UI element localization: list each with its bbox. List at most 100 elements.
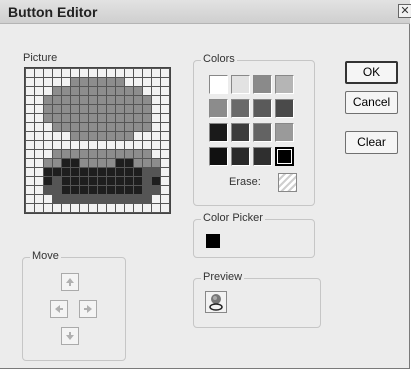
- pixel-cell[interactable]: [125, 123, 133, 131]
- pixel-cell[interactable]: [44, 114, 52, 122]
- pixel-cell[interactable]: [26, 87, 34, 95]
- pixel-cell[interactable]: [116, 114, 124, 122]
- pixel-cell[interactable]: [107, 105, 115, 113]
- color-swatch[interactable]: [275, 123, 294, 142]
- pixel-cell[interactable]: [53, 159, 61, 167]
- pixel-cell[interactable]: [89, 96, 97, 104]
- pixel-cell[interactable]: [89, 168, 97, 176]
- pixel-cell[interactable]: [53, 195, 61, 203]
- pixel-cell[interactable]: [143, 186, 151, 194]
- pixel-cell[interactable]: [71, 204, 79, 212]
- pixel-cell[interactable]: [62, 69, 70, 77]
- pixel-cell[interactable]: [98, 159, 106, 167]
- pixel-cell[interactable]: [89, 69, 97, 77]
- pixel-cell[interactable]: [161, 150, 169, 158]
- pixel-cell[interactable]: [71, 69, 79, 77]
- pixel-cell[interactable]: [89, 114, 97, 122]
- pixel-cell[interactable]: [161, 105, 169, 113]
- pixel-cell[interactable]: [80, 150, 88, 158]
- pixel-cell[interactable]: [53, 96, 61, 104]
- pixel-cell[interactable]: [116, 69, 124, 77]
- pixel-cell[interactable]: [44, 87, 52, 95]
- pixel-cell[interactable]: [35, 141, 43, 149]
- pixel-cell[interactable]: [152, 132, 160, 140]
- pixel-cell[interactable]: [107, 114, 115, 122]
- pixel-cell[interactable]: [80, 114, 88, 122]
- pixel-cell[interactable]: [71, 96, 79, 104]
- pixel-cell[interactable]: [116, 96, 124, 104]
- pixel-cell[interactable]: [44, 78, 52, 86]
- pixel-cell[interactable]: [152, 96, 160, 104]
- pixel-cell[interactable]: [161, 69, 169, 77]
- pixel-cell[interactable]: [44, 150, 52, 158]
- pixel-cell[interactable]: [125, 150, 133, 158]
- pixel-cell[interactable]: [116, 132, 124, 140]
- current-color-swatch[interactable]: [206, 234, 220, 248]
- pixel-cell[interactable]: [35, 105, 43, 113]
- pixel-cell[interactable]: [26, 114, 34, 122]
- pixel-cell[interactable]: [35, 69, 43, 77]
- pixel-cell[interactable]: [26, 150, 34, 158]
- pixel-cell[interactable]: [107, 123, 115, 131]
- pixel-cell[interactable]: [116, 141, 124, 149]
- pixel-cell[interactable]: [71, 132, 79, 140]
- pixel-cell[interactable]: [125, 114, 133, 122]
- pixel-cell[interactable]: [143, 159, 151, 167]
- pixel-cell[interactable]: [26, 186, 34, 194]
- pixel-cell[interactable]: [116, 186, 124, 194]
- pixel-cell[interactable]: [134, 78, 142, 86]
- pixel-cell[interactable]: [134, 141, 142, 149]
- pixel-cell[interactable]: [107, 186, 115, 194]
- pixel-cell[interactable]: [98, 132, 106, 140]
- pixel-cell[interactable]: [98, 78, 106, 86]
- pixel-cell[interactable]: [62, 96, 70, 104]
- pixel-cell[interactable]: [35, 150, 43, 158]
- pixel-cell[interactable]: [143, 78, 151, 86]
- pixel-cell[interactable]: [116, 78, 124, 86]
- pixel-cell[interactable]: [35, 204, 43, 212]
- pixel-cell[interactable]: [125, 96, 133, 104]
- clear-button[interactable]: Clear: [345, 131, 398, 154]
- pixel-cell[interactable]: [80, 159, 88, 167]
- pixel-cell[interactable]: [125, 168, 133, 176]
- pixel-cell[interactable]: [161, 141, 169, 149]
- arrow-right-icon[interactable]: [79, 300, 97, 318]
- pixel-cell[interactable]: [134, 123, 142, 131]
- pixel-cell[interactable]: [62, 105, 70, 113]
- pixel-cell[interactable]: [53, 132, 61, 140]
- pixel-cell[interactable]: [62, 132, 70, 140]
- pixel-cell[interactable]: [152, 141, 160, 149]
- pixel-cell[interactable]: [26, 96, 34, 104]
- pixel-cell[interactable]: [143, 114, 151, 122]
- pixel-cell[interactable]: [152, 195, 160, 203]
- pixel-cell[interactable]: [107, 168, 115, 176]
- pixel-cell[interactable]: [44, 168, 52, 176]
- pixel-cell[interactable]: [35, 195, 43, 203]
- color-swatch[interactable]: [253, 75, 272, 94]
- pixel-cell[interactable]: [98, 69, 106, 77]
- pixel-cell[interactable]: [71, 177, 79, 185]
- pixel-cell[interactable]: [134, 114, 142, 122]
- pixel-cell[interactable]: [89, 150, 97, 158]
- pixel-cell[interactable]: [71, 78, 79, 86]
- arrow-up-icon[interactable]: [61, 273, 79, 291]
- pixel-cell[interactable]: [71, 195, 79, 203]
- pixel-cell[interactable]: [53, 87, 61, 95]
- pixel-cell[interactable]: [26, 204, 34, 212]
- pixel-cell[interactable]: [125, 78, 133, 86]
- pixel-cell[interactable]: [53, 150, 61, 158]
- pixel-cell[interactable]: [143, 96, 151, 104]
- pixel-cell[interactable]: [44, 195, 52, 203]
- pixel-cell[interactable]: [80, 132, 88, 140]
- pixel-cell[interactable]: [161, 159, 169, 167]
- pixel-cell[interactable]: [107, 87, 115, 95]
- pixel-cell[interactable]: [98, 195, 106, 203]
- pixel-cell[interactable]: [161, 96, 169, 104]
- pixel-cell[interactable]: [161, 87, 169, 95]
- pixel-cell[interactable]: [80, 186, 88, 194]
- close-button[interactable]: ✕: [398, 4, 411, 18]
- pixel-cell[interactable]: [116, 204, 124, 212]
- pixel-cell[interactable]: [161, 177, 169, 185]
- pixel-cell[interactable]: [80, 69, 88, 77]
- pixel-cell[interactable]: [161, 195, 169, 203]
